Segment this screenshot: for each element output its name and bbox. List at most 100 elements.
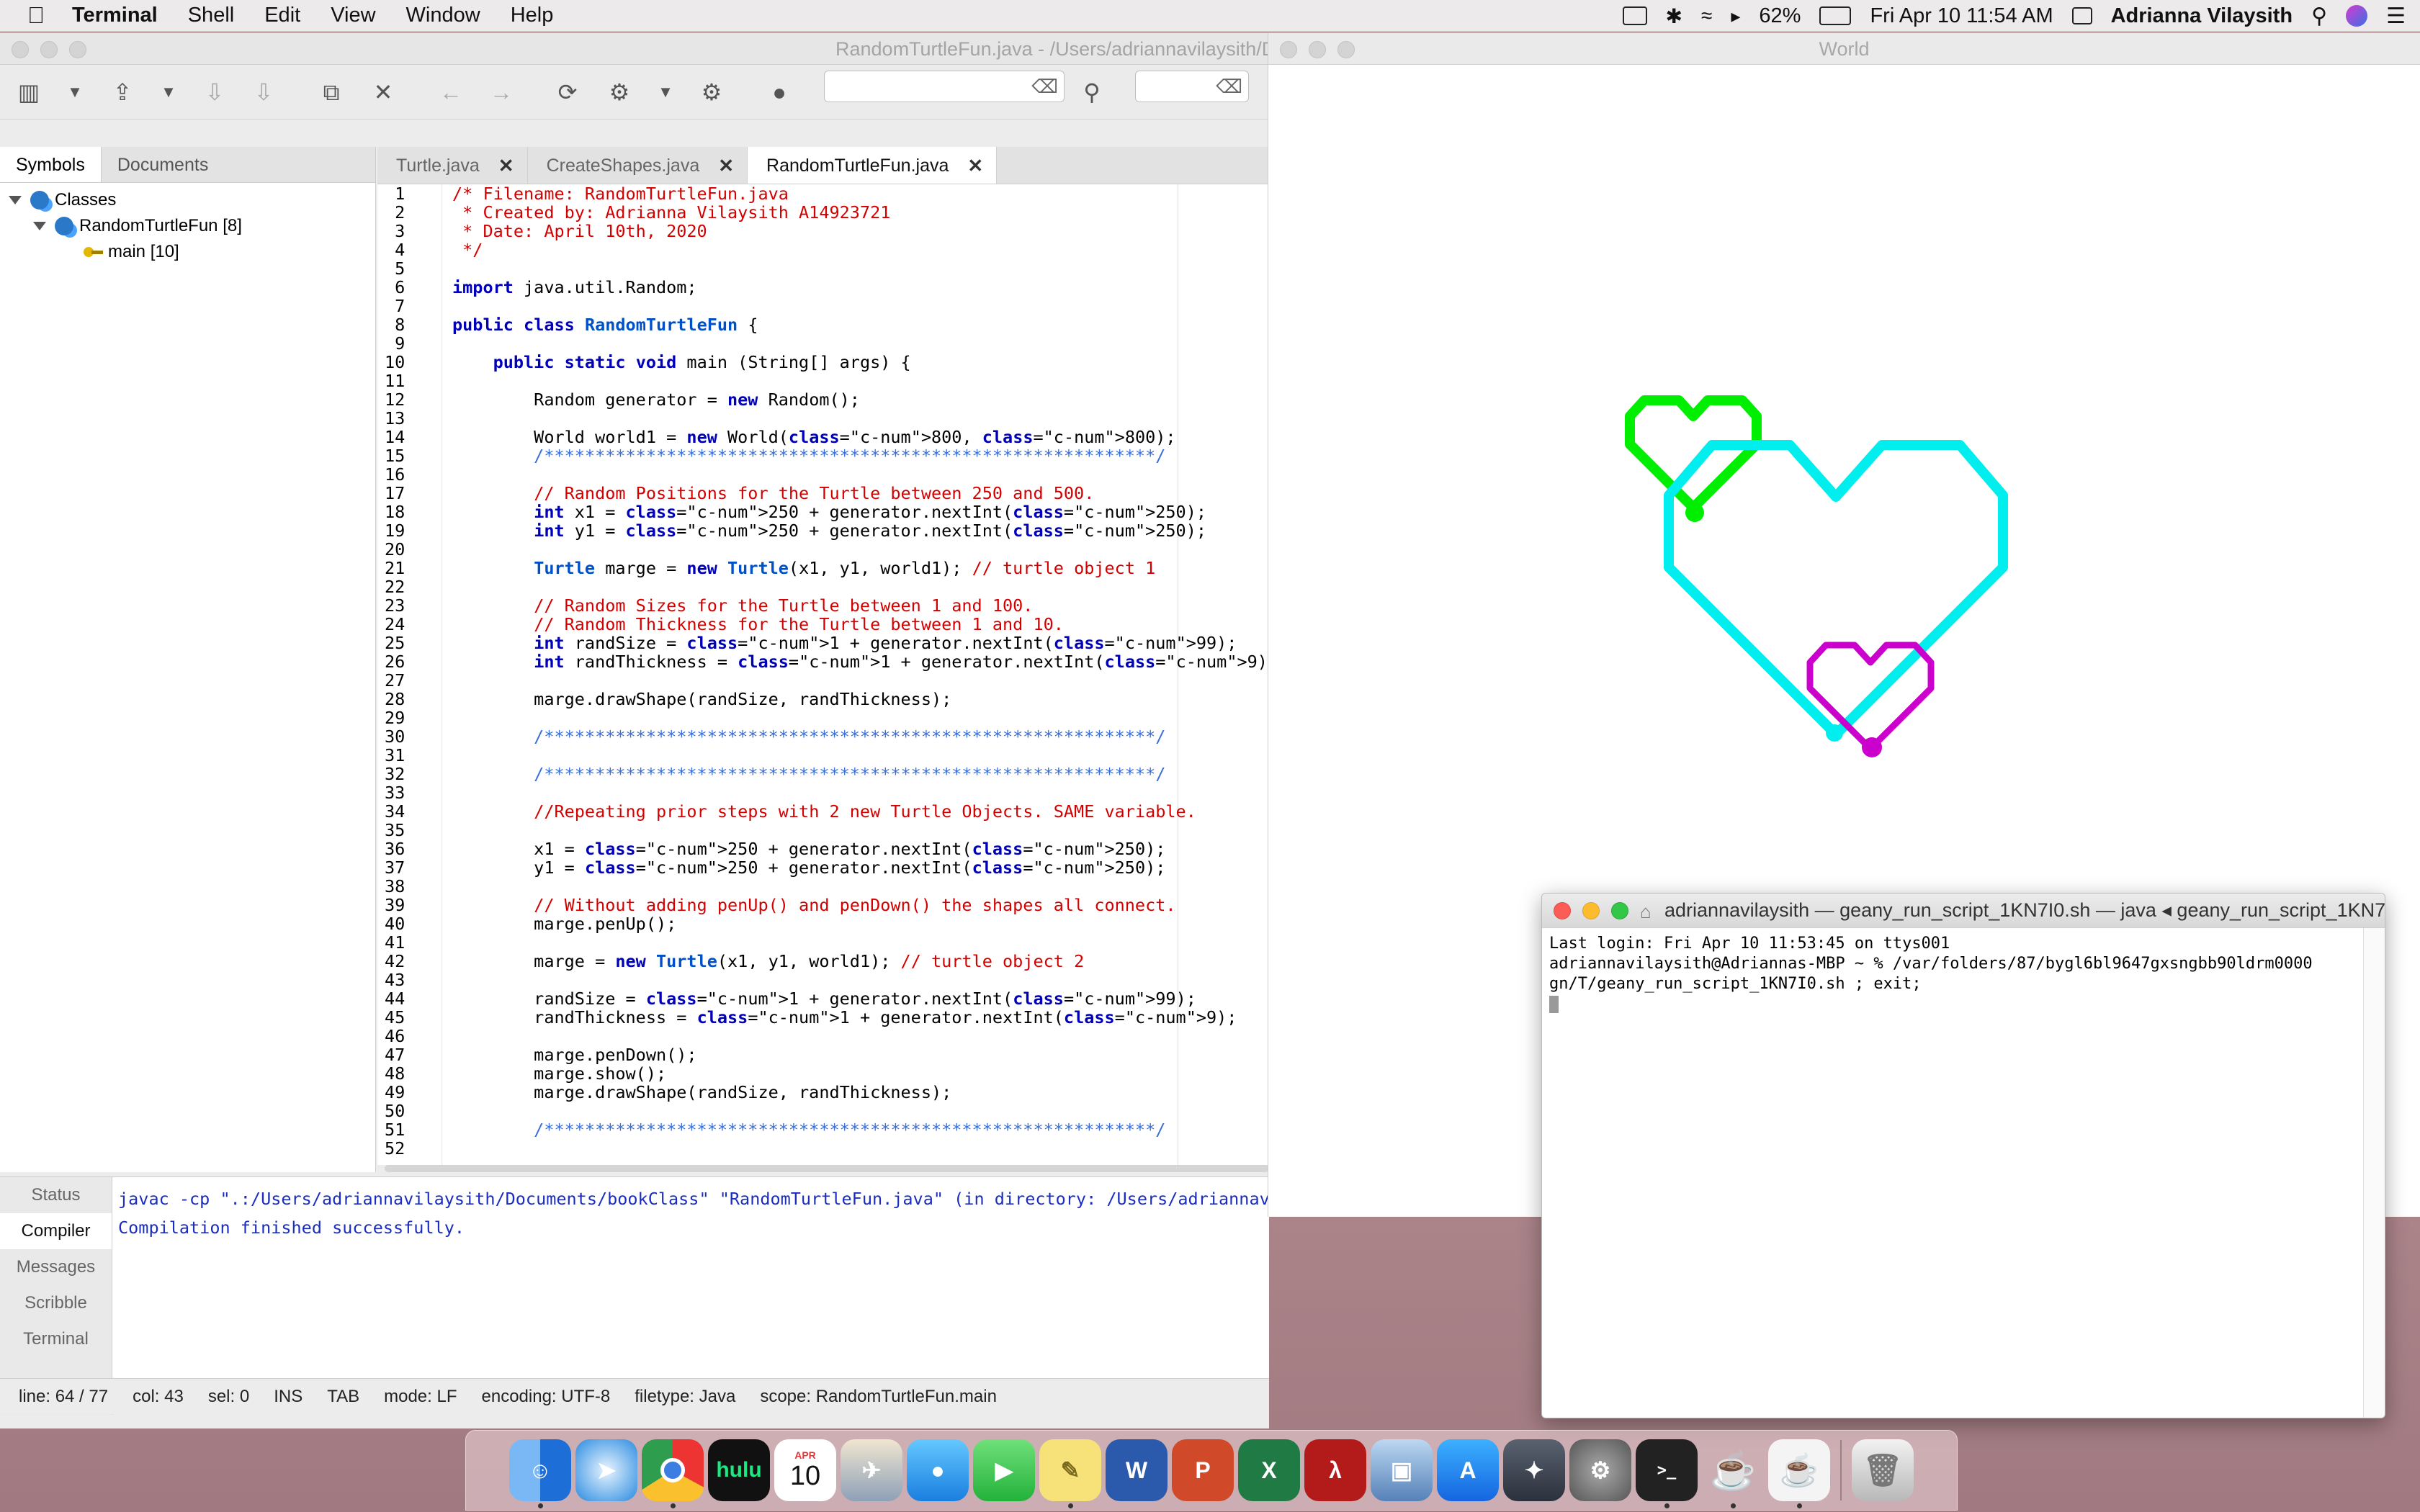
find-icon[interactable]: ⚲ (1077, 78, 1106, 107)
close-file-icon[interactable]: ✕ (369, 78, 398, 107)
system-preferences-icon[interactable]: ⚙ (1569, 1439, 1631, 1501)
menu-app-name[interactable]: Terminal (72, 4, 158, 27)
clear-search-icon[interactable]: ⌫ (1031, 76, 1058, 98)
dock: ☺ ➤ hulu APR 10 ✈ ● ▶ ✎ W P X λ ▣ A ✦ ⚙ >… (465, 1430, 1958, 1511)
status-ins: INS (274, 1386, 303, 1406)
geany-window-title: RandomTurtleFun.java - /Users/adriannavi… (835, 38, 1269, 60)
terminal-output[interactable]: Last login: Fri Apr 10 11:53:45 on ttys0… (1549, 934, 2313, 1014)
status-tab: TAB (327, 1386, 360, 1406)
tab-createshapes-java[interactable]: CreateShapes.java ✕ (528, 147, 748, 184)
clear-goto-icon[interactable]: ⌫ (1216, 76, 1242, 98)
status-filetype: filetype: Java (635, 1386, 736, 1406)
menu-help[interactable]: Help (511, 4, 554, 27)
chevron-down-icon[interactable]: ▼ (60, 78, 89, 107)
bluetooth-icon[interactable]: ✱ (1666, 4, 1682, 28)
goto-line-input[interactable]: ⌫ (1135, 71, 1249, 102)
geany-toolbar: ▥ ▼ ⇪ ▼ ⇩ ⇩ ⧉ ✕ ← → ⟳ ⚙ ▼ ⚙ ● ⚲ (0, 65, 1269, 120)
menu-edit[interactable]: Edit (264, 4, 300, 27)
app-store-icon[interactable]: A (1437, 1439, 1499, 1501)
code-editor[interactable]: 1 2 3 4 5 6 7 8 9 10 11 12 13 14 15 16 1… (377, 184, 1269, 1165)
forward-icon[interactable]: → (487, 78, 516, 107)
execute-icon[interactable]: ⚙ (697, 78, 726, 107)
messages-icon[interactable]: ● (907, 1439, 969, 1501)
image-capture-icon[interactable]: ▣ (1371, 1439, 1433, 1501)
tree-row-class[interactable]: RandomTurtleFun [8] (0, 213, 375, 239)
finder-icon[interactable]: ☺ (509, 1439, 571, 1508)
menu-window[interactable]: Window (406, 4, 480, 27)
color-chooser-icon[interactable]: ● (765, 78, 794, 107)
save-all-icon[interactable]: ⇩ (249, 78, 278, 107)
tab-compiler[interactable]: Compiler (0, 1213, 112, 1249)
tree-label: RandomTurtleFun [8] (79, 216, 242, 235)
hulu-icon[interactable]: hulu (708, 1439, 770, 1501)
keyboard-icon[interactable] (2071, 7, 2092, 24)
battery-icon[interactable] (1819, 6, 1852, 25)
symbol-tree: Classes RandomTurtleFun [8] main [10] (0, 183, 375, 265)
menu-datetime[interactable]: Fri Apr 10 11:54 AM (1870, 4, 2053, 28)
facetime-icon[interactable]: ▶ (973, 1439, 1035, 1501)
close-tab-icon[interactable]: ✕ (967, 147, 983, 184)
launchpad-icon[interactable]: ✦ (1503, 1439, 1565, 1501)
trash-icon[interactable]: 🗑 (1852, 1439, 1914, 1501)
world-titlebar: World (1268, 33, 2420, 65)
revert-icon[interactable]: ⧉ (317, 78, 346, 107)
back-icon[interactable]: ← (436, 78, 465, 107)
tree-label: Classes (55, 190, 117, 210)
expander-icon[interactable] (33, 222, 46, 230)
powerpoint-icon[interactable]: P (1172, 1439, 1234, 1501)
tab-turtle-java[interactable]: Turtle.java ✕ (377, 147, 528, 184)
apple-icon[interactable]:  (0, 2, 72, 29)
safari-icon[interactable]: ➤ (575, 1439, 637, 1501)
tab-terminal[interactable]: Terminal (0, 1321, 112, 1357)
menu-user[interactable]: Adrianna Vilaysith (2111, 4, 2293, 28)
spotlight-icon[interactable]: ⚲ (2311, 4, 2327, 29)
tab-status[interactable]: Status (0, 1177, 112, 1213)
horizontal-scrollbar[interactable] (385, 1165, 1269, 1172)
chevron-down-icon[interactable]: ▼ (651, 78, 680, 107)
tab-symbols[interactable]: Symbols (0, 147, 102, 182)
acrobat-icon[interactable]: λ (1304, 1439, 1366, 1501)
siri-icon[interactable] (2346, 5, 2368, 27)
chevron-down-icon[interactable]: ▼ (154, 78, 183, 107)
calendar-icon[interactable]: APR 10 (774, 1439, 836, 1501)
search-input[interactable]: ⌫ (824, 71, 1065, 102)
compiler-result[interactable]: Compilation finished successfully. (118, 1213, 1280, 1242)
calendar-day: 10 (789, 1460, 821, 1491)
tree-row-classes[interactable]: Classes (0, 187, 375, 213)
notification-center-icon[interactable]: ☰ (2386, 4, 2406, 29)
status-bar: line: 64 / 77 col: 43 sel: 0 INS TAB mod… (0, 1378, 1269, 1414)
wifi-icon[interactable]: ≈ (1701, 4, 1712, 27)
tab-documents[interactable]: Documents (102, 147, 224, 182)
tab-scribble[interactable]: Scribble (0, 1285, 112, 1321)
code-text[interactable]: /* Filename: RandomTurtleFun.java * Crea… (452, 184, 1269, 1139)
line-number-gutter: 1 2 3 4 5 6 7 8 9 10 11 12 13 14 15 16 1… (377, 184, 442, 1165)
preview-eagle-icon[interactable]: ✈ (841, 1439, 902, 1501)
excel-icon[interactable]: X (1238, 1439, 1300, 1501)
terminal-scrollbar[interactable] (2363, 928, 2385, 1418)
menu-shell[interactable]: Shell (188, 4, 235, 27)
geany-teapot-icon[interactable]: ☕ (1702, 1439, 1764, 1508)
new-file-icon[interactable]: ▥ (14, 78, 43, 107)
build-icon[interactable]: ⚙ (605, 78, 634, 107)
menu-view[interactable]: View (331, 4, 375, 27)
chrome-icon[interactable] (642, 1439, 704, 1508)
close-tab-icon[interactable]: ✕ (498, 147, 514, 184)
airplay-icon[interactable] (1622, 6, 1647, 25)
word-icon[interactable]: W (1106, 1439, 1168, 1501)
tab-randomturtlefun-java[interactable]: RandomTurtleFun.java ✕ (748, 147, 998, 184)
compiler-command[interactable]: javac -cp ".:/Users/adriannavilaysith/Do… (118, 1184, 1280, 1213)
terminal-line: adriannavilaysith@Adriannas-MBP ~ % /var… (1549, 955, 2313, 973)
terminal-icon[interactable]: >_ (1636, 1439, 1698, 1508)
expander-icon[interactable] (9, 196, 22, 204)
tab-messages[interactable]: Messages (0, 1249, 112, 1285)
close-tab-icon[interactable]: ✕ (718, 147, 734, 184)
java-icon[interactable]: ☕ (1768, 1439, 1830, 1508)
tree-row-method[interactable]: main [10] (0, 239, 375, 265)
sidebar: Symbols Documents Classes RandomTurtleFu… (0, 147, 376, 1172)
volume-icon[interactable]: ▸ (1731, 5, 1740, 27)
save-icon[interactable]: ⇩ (200, 78, 229, 107)
open-file-icon[interactable]: ⇪ (108, 78, 137, 107)
battery-percent[interactable]: 62% (1759, 4, 1801, 28)
compile-icon[interactable]: ⟳ (553, 78, 582, 107)
stickies-icon[interactable]: ✎ (1039, 1439, 1101, 1508)
